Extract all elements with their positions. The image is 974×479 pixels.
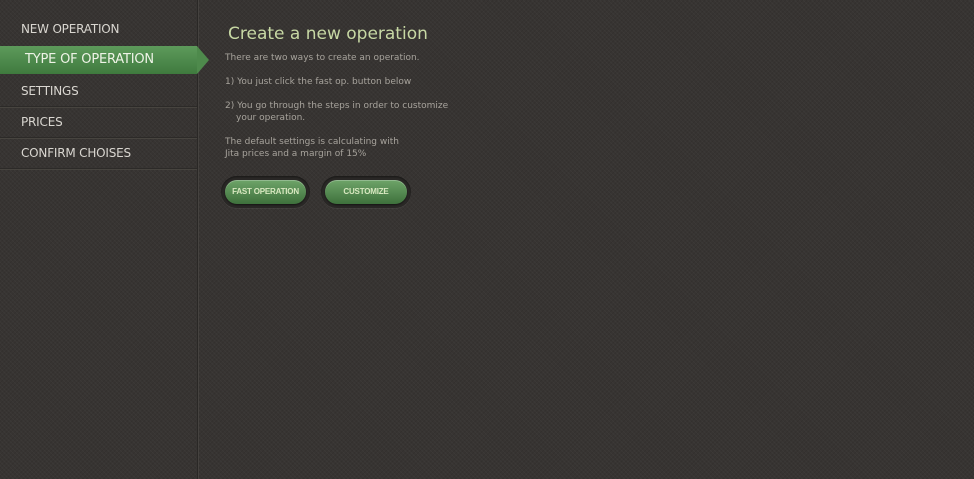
sidebar-menu: NEW OPERATION TYPE OF OPERATION SETTINGS…: [0, 14, 209, 169]
sidebar-item-confirm-choises[interactable]: CONFIRM CHOISES: [0, 138, 197, 169]
sidebar-item-label: NEW OPERATION: [21, 22, 120, 36]
sidebar-item-label: SETTINGS: [21, 84, 79, 98]
option-one-text: 1) You just click the fast op. button be…: [225, 77, 412, 87]
sidebar-item-label: TYPE OF OPERATION: [25, 52, 154, 67]
main-content: Create a new operation There are two way…: [225, 22, 545, 172]
sidebar-item-label: CONFIRM CHOISES: [21, 146, 131, 160]
sidebar-item-type-of-operation[interactable]: TYPE OF OPERATION: [0, 46, 209, 74]
sidebar: NEW OPERATION TYPE OF OPERATION SETTINGS…: [0, 0, 209, 479]
option-two-text: 2) You go through the steps in order to …: [225, 100, 545, 124]
option-two-line-1: 2) You go through the steps in order to …: [225, 101, 449, 111]
intro-text: There are two ways to create an operatio…: [225, 53, 420, 63]
sidebar-item-label: PRICES: [21, 115, 63, 129]
fast-operation-button[interactable]: FAST OPERATION: [225, 180, 306, 204]
defaults-line-1: The default settings is calculating with: [225, 137, 399, 147]
defaults-line-2: Jita prices and a margin of 15%: [225, 149, 367, 159]
fast-operation-well: FAST OPERATION: [221, 176, 310, 208]
sidebar-item-prices[interactable]: PRICES: [0, 107, 197, 138]
defaults-text: The default settings is calculating with…: [225, 136, 545, 160]
sidebar-item-settings[interactable]: SETTINGS: [0, 76, 197, 107]
customize-button[interactable]: CUSTOMIZE: [325, 180, 407, 204]
page-title: Create a new operation: [228, 24, 428, 44]
customize-well: CUSTOMIZE: [321, 176, 411, 208]
option-two-line-2: your operation.: [236, 113, 306, 123]
sidebar-item-new-operation[interactable]: NEW OPERATION: [0, 14, 197, 44]
